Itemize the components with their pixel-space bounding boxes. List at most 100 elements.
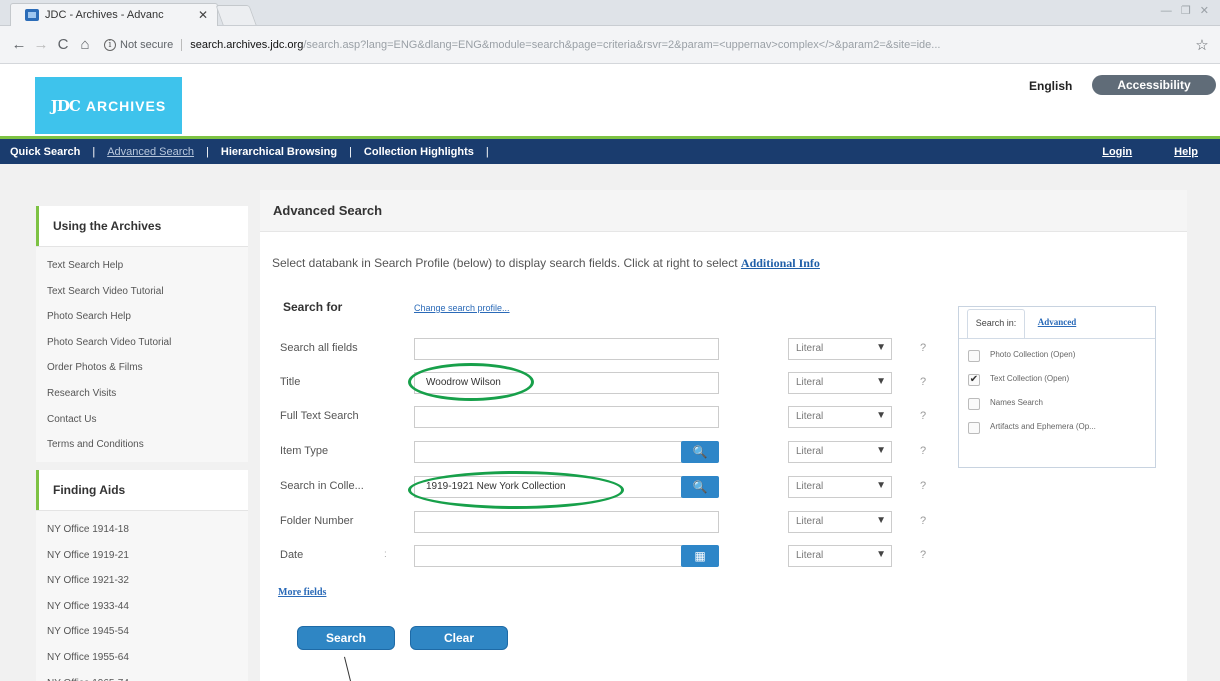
back-icon[interactable]: ← <box>8 34 30 56</box>
forward-icon[interactable]: → <box>30 34 52 56</box>
field-label: Date <box>280 549 304 561</box>
field-row-item-type: Item Type 🔍 Literal ▼ ? <box>260 441 940 465</box>
nav-separator: | <box>206 145 209 158</box>
bookmark-star-icon[interactable]: ☆ <box>1192 36 1212 54</box>
sidebar-item-contact-us[interactable]: Contact Us <box>36 407 248 433</box>
sidebar-item-photo-search-video[interactable]: Photo Search Video Tutorial <box>36 330 248 356</box>
accessibility-button[interactable]: Accessibility <box>1092 75 1216 95</box>
sidebar-heading: Finding Aids <box>36 470 248 510</box>
sidebar-list: NY Office 1914-18 NY Office 1919-21 NY O… <box>36 510 248 681</box>
databank-label: Names Search <box>990 398 1043 407</box>
help-icon[interactable]: ? <box>920 515 926 527</box>
sidebar-item-ny-1933[interactable]: NY Office 1933-44 <box>36 594 248 620</box>
security-label[interactable]: Not secure <box>120 38 183 51</box>
sidebar-item-text-search-video[interactable]: Text Search Video Tutorial <box>36 279 248 305</box>
main-navigation: Quick Search | Advanced Search | Hierarc… <box>0 139 1220 164</box>
browser-tab[interactable]: JDC - Archives - Advanc ✕ <box>10 3 218 26</box>
home-icon[interactable]: ⌂ <box>74 34 96 56</box>
databank-label: Artifacts and Ephemera (Op... <box>990 422 1096 431</box>
url-field[interactable]: i Not secure search.archives.jdc.org /se… <box>104 32 1184 58</box>
sidebar-item-ny-1921[interactable]: NY Office 1921-32 <box>36 568 248 594</box>
sidebar-heading: Using the Archives <box>36 206 248 246</box>
tab-search-in[interactable]: Search in: <box>967 309 1025 339</box>
search-icon[interactable]: 🔍 <box>681 441 719 463</box>
chevron-down-icon: ▼ <box>876 515 886 526</box>
nav-quick-search[interactable]: Quick Search <box>10 146 80 158</box>
sidebar-item-order-photos[interactable]: Order Photos & Films <box>36 355 248 381</box>
sidebar-item-photo-search-help[interactable]: Photo Search Help <box>36 304 248 330</box>
match-mode-select[interactable]: Literal ▼ <box>788 372 892 394</box>
sidebar-item-ny-1955[interactable]: NY Office 1955-64 <box>36 645 248 671</box>
chevron-down-icon: ▼ <box>876 376 886 387</box>
sidebar-item-ny-1965[interactable]: NY Office 1965-74 <box>36 671 248 681</box>
folder-number-input[interactable] <box>414 511 719 533</box>
help-icon[interactable]: ? <box>920 342 926 354</box>
match-mode-value: Literal <box>796 446 824 457</box>
sidebar-item-ny-1945[interactable]: NY Office 1945-54 <box>36 619 248 645</box>
match-mode-select[interactable]: Literal ▼ <box>788 441 892 463</box>
nav-login[interactable]: Login <box>1102 146 1132 158</box>
help-icon[interactable]: ? <box>920 480 926 492</box>
url-path: /search.asp?lang=ENG&dlang=ENG&module=se… <box>303 38 941 51</box>
sidebar-item-ny-1919[interactable]: NY Office 1919-21 <box>36 543 248 569</box>
search-icon[interactable]: 🔍 <box>681 476 719 498</box>
nav-help[interactable]: Help <box>1174 146 1198 158</box>
new-tab-button[interactable] <box>215 5 257 25</box>
field-separator: : <box>384 549 387 560</box>
sidebar-item-ny-1914[interactable]: NY Office 1914-18 <box>36 517 248 543</box>
additional-info-link[interactable]: Additional Info <box>741 256 820 270</box>
checkbox[interactable] <box>968 398 980 410</box>
field-label: Search in Colle... <box>280 480 364 492</box>
more-fields-link[interactable]: More fields <box>278 587 326 598</box>
tab-close-icon[interactable]: ✕ <box>197 8 209 22</box>
field-label: Search all fields <box>280 342 358 354</box>
search-for-label: Search for <box>283 300 343 314</box>
sidebar-item-terms[interactable]: Terms and Conditions <box>36 432 248 458</box>
info-icon[interactable]: i <box>104 38 116 51</box>
nav-collection-highlights[interactable]: Collection Highlights <box>364 146 474 158</box>
databank-photo-collection[interactable]: Photo Collection (Open) <box>968 349 1153 365</box>
sidebar-item-text-search-help[interactable]: Text Search Help <box>36 253 248 279</box>
help-icon[interactable]: ? <box>920 376 926 388</box>
field-label: Title <box>280 376 301 388</box>
databank-text-collection[interactable]: ✔ Text Collection (Open) <box>968 373 1153 389</box>
item-type-input[interactable] <box>414 441 682 463</box>
field-label: Item Type <box>280 445 329 457</box>
sidebar-item-research-visits[interactable]: Research Visits <box>36 381 248 407</box>
match-mode-select[interactable]: Literal ▼ <box>788 406 892 428</box>
checkbox[interactable] <box>968 422 980 434</box>
date-input[interactable] <box>414 545 682 567</box>
sidebar-using-archives: Using the Archives Text Search Help Text… <box>36 206 248 462</box>
databank-artifacts[interactable]: Artifacts and Ephemera (Op... <box>968 421 1153 437</box>
help-icon[interactable]: ? <box>920 445 926 457</box>
search-all-fields-input[interactable] <box>414 338 719 360</box>
collection-input[interactable]: 1919-1921 New York Collection <box>414 476 682 498</box>
language-link[interactable]: English <box>1029 79 1072 93</box>
help-icon[interactable]: ? <box>920 549 926 561</box>
match-mode-select[interactable]: Literal ▼ <box>788 338 892 360</box>
calendar-icon[interactable]: ▦ <box>681 545 719 567</box>
sidebar-list: Text Search Help Text Search Video Tutor… <box>36 246 248 462</box>
intro-sentence: Select databank in Search Profile (below… <box>272 256 738 270</box>
help-icon[interactable]: ? <box>920 410 926 422</box>
window-controls[interactable]: — ❐ ✕ <box>1161 4 1212 17</box>
title-input[interactable]: Woodrow Wilson <box>414 372 719 394</box>
browser-tab-strip: JDC - Archives - Advanc ✕ — ❐ ✕ <box>0 0 1220 26</box>
nav-advanced-search[interactable]: Advanced Search <box>107 146 194 158</box>
reload-icon[interactable]: C <box>52 34 74 56</box>
checkbox[interactable] <box>968 350 980 362</box>
match-mode-select[interactable]: Literal ▼ <box>788 511 892 533</box>
jdc-archives-logo[interactable]: JDC ARCHIVES <box>35 77 182 134</box>
databank-names-search[interactable]: Names Search <box>968 397 1153 413</box>
tab-advanced[interactable]: Advanced <box>1030 309 1084 339</box>
change-search-profile-link[interactable]: Change search profile... <box>414 303 510 313</box>
checkbox-checked[interactable]: ✔ <box>968 374 980 386</box>
match-mode-select[interactable]: Literal ▼ <box>788 545 892 567</box>
nav-hierarchical-browsing[interactable]: Hierarchical Browsing <box>221 146 337 158</box>
search-button[interactable]: Search <box>297 626 395 650</box>
field-row-full-text: Full Text Search Literal ▼ ? <box>260 406 940 430</box>
clear-button[interactable]: Clear <box>410 626 508 650</box>
url-host: search.archives.jdc.org <box>190 38 304 51</box>
match-mode-select[interactable]: Literal ▼ <box>788 476 892 498</box>
full-text-input[interactable] <box>414 406 719 428</box>
